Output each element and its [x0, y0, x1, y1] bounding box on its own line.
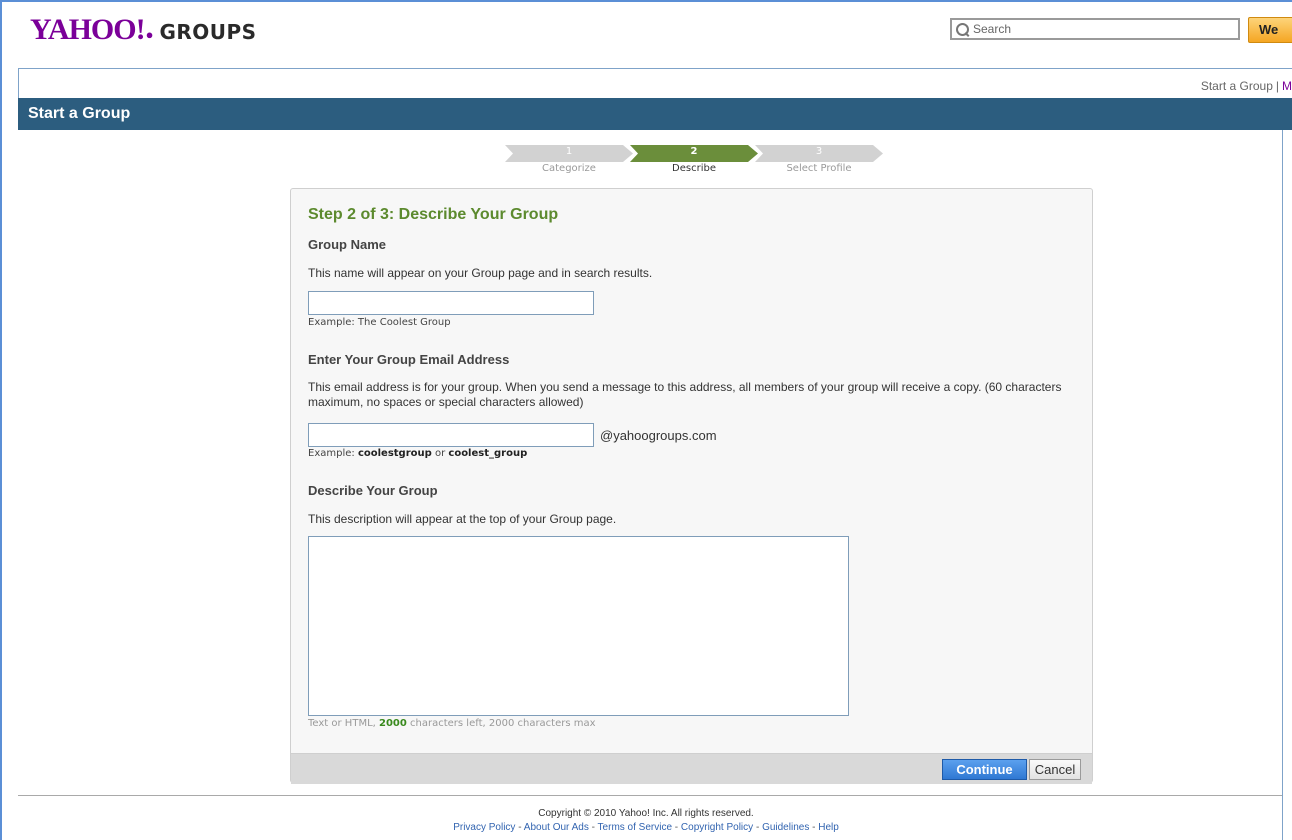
group-description-textarea[interactable] [308, 536, 849, 716]
cancel-button[interactable]: Cancel [1029, 759, 1081, 780]
content-right-border [1282, 130, 1283, 840]
describe-heading: Describe Your Group [308, 483, 438, 498]
form-title: Step 2 of 3: Describe Your Group [308, 206, 559, 223]
footer-sep: - [753, 822, 763, 833]
step-3-label: Select Profile [786, 163, 852, 174]
search-box[interactable] [950, 18, 1240, 40]
page-title-bar: Start a Group [18, 98, 1292, 130]
logo-yahoo-text: YAHOO! [30, 13, 146, 46]
footer-sep: - [672, 822, 681, 833]
logo-dot-icon: ● [145, 27, 154, 42]
email-example-prefix: Example: [308, 448, 358, 459]
describe-description: This description will appear at the top … [308, 512, 617, 526]
group-name-heading: Group Name [308, 237, 387, 252]
counter-left-value: 2000 [379, 718, 407, 729]
email-example: Example: coolestgroup or coolest_group [308, 448, 527, 459]
email-description: This email address is for your group. Wh… [308, 380, 1062, 409]
step-1-number: 1 [565, 146, 573, 157]
footer-sep: - [809, 822, 819, 833]
continue-button[interactable]: Continue [942, 759, 1027, 780]
email-example-b: coolest_group [448, 448, 528, 459]
start-group-link[interactable]: Start a Group [1201, 79, 1273, 93]
email-example-a: coolestgroup [357, 448, 432, 459]
group-name-description: This name will appear on your Group page… [308, 266, 653, 280]
step-3: 3 Select Profile [755, 145, 883, 174]
footer-sep: - [515, 822, 524, 833]
email-example-or: or [431, 448, 449, 459]
copyright-policy-link[interactable]: Copyright Policy [681, 822, 753, 833]
yahoo-groups-logo[interactable]: YAHOO! ● GROUPS [30, 14, 257, 46]
group-name-example: Example: The Coolest Group [308, 317, 451, 328]
email-heading: Enter Your Group Email Address [308, 352, 510, 367]
step-progress: 1 Categorize 2 Describe 3 Select Profile [505, 145, 885, 175]
privacy-policy-link[interactable]: Privacy Policy [453, 822, 515, 833]
step-1: 1 Categorize [505, 145, 633, 174]
search-web-button[interactable]: We [1248, 17, 1292, 43]
describe-group-form: Step 2 of 3: Describe Your Group Group N… [290, 188, 1093, 784]
terms-of-service-link[interactable]: Terms of Service [598, 822, 672, 833]
step-2: 2 Describe [630, 145, 758, 174]
footer-links: Privacy Policy - About Our Ads - Terms o… [0, 822, 1292, 833]
group-email-input[interactable] [308, 423, 594, 447]
step-2-number: 2 [690, 146, 698, 157]
copyright-text: Copyright © 2010 Yahoo! Inc. All rights … [538, 808, 754, 819]
character-counter: Text or HTML, 2000 characters left, 2000… [308, 718, 596, 729]
footer-sep: - [588, 822, 598, 833]
form-action-bar: Continue Cancel [291, 753, 1092, 784]
window-frame-top [0, 0, 1292, 2]
group-name-input[interactable] [308, 291, 594, 315]
counter-prefix: Text or HTML, [308, 718, 379, 729]
search-icon [956, 22, 969, 36]
guidelines-link[interactable]: Guidelines [762, 822, 809, 833]
top-nav: Start a Group | M [18, 68, 1292, 98]
nav-separator: | [1275, 79, 1279, 93]
counter-suffix: characters left, 2000 characters max [406, 718, 596, 729]
email-domain-suffix: @yahoogroups.com [600, 428, 717, 443]
logo-groups-text: GROUPS [159, 20, 257, 44]
step-1-label: Categorize [542, 163, 596, 174]
nav-links: Start a Group | M [1201, 79, 1292, 93]
help-link[interactable]: Help [818, 822, 839, 833]
nav-cut-link[interactable]: M [1282, 79, 1292, 93]
footer-divider [18, 795, 1282, 796]
step-2-label: Describe [672, 163, 716, 174]
step-3-number: 3 [815, 146, 823, 157]
search-input[interactable] [973, 22, 1223, 36]
window-frame-left [0, 0, 2, 840]
about-our-ads-link[interactable]: About Our Ads [524, 822, 589, 833]
